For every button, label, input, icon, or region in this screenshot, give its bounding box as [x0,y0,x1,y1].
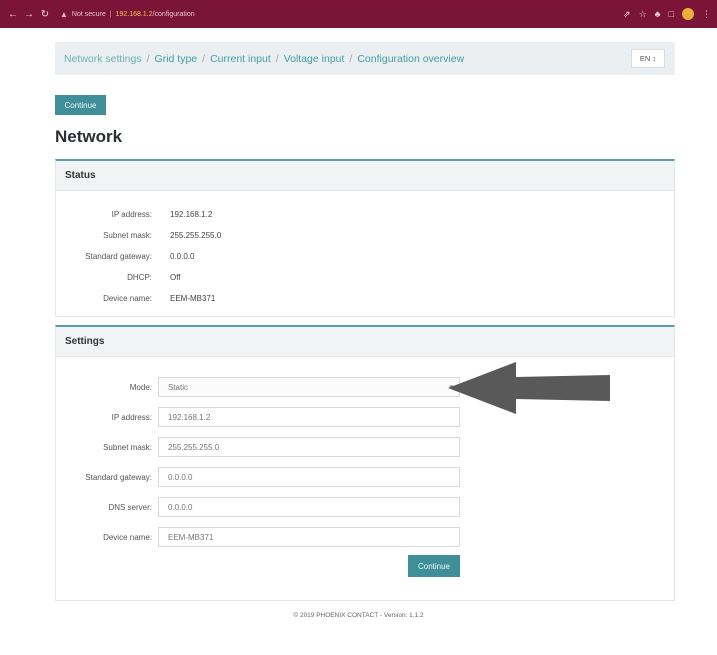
status-device-label: Device name: [103,294,152,303]
continue-button-top[interactable]: Continue [55,95,106,115]
status-ip-value: 192.168.1.2 [170,210,213,219]
page-title: Network [55,127,123,146]
ip-address-field[interactable]: 192.168.1.2 [158,407,460,427]
back-icon[interactable]: ← [6,7,20,21]
reload-icon[interactable]: ↻ [38,7,52,21]
warning-icon: ▲ [60,9,68,19]
address-host: 192.168.1.2 [115,10,153,18]
device-name-field[interactable]: EEM-MB371 [158,527,460,547]
status-gateway-value: 0.0.0.0 [170,252,195,261]
footer-copyright: © 2019 PHOENIX CONTACT - Version: 1.1.2 [293,612,424,619]
breadcrumb-separator: / [146,52,150,65]
status-dhcp-label: DHCP: [127,273,152,282]
subnet-mask-field[interactable]: 255.255.255.0 [158,437,460,457]
breadcrumb: Network settings / Grid type / Current i… [55,42,675,75]
ip-address-value: 192.168.1.2 [168,412,211,422]
breadcrumb-separator: / [275,52,279,65]
status-panel: Status IP address: 192.168.1.2 Subnet ma… [55,159,675,317]
breadcrumb-current-input[interactable]: Current input [210,53,271,65]
status-gateway-label: Standard gateway: [85,252,152,261]
breadcrumb-configuration-overview[interactable]: Configuration overview [357,53,464,65]
breadcrumb-grid-type[interactable]: Grid type [155,53,198,65]
status-device-value: EEM-MB371 [170,294,216,303]
subnet-mask-label: Subnet mask: [103,443,152,452]
status-ip-label: IP address: [111,210,152,219]
mode-value: Static [168,382,189,392]
annotation-arrow-icon [448,362,610,414]
address-bar[interactable]: ▲ Not secure | 192.168.1.2 /configuratio… [60,10,195,19]
breadcrumb-separator: / [202,52,206,65]
bookmark-star-icon[interactable]: ☆ [639,9,647,20]
subnet-mask-value: 255.255.255.0 [168,442,220,452]
ip-address-label: IP address: [111,413,152,422]
browser-toolbar: ← → ↻ ▲ Not secure | 192.168.1.2 /config… [0,0,717,28]
breadcrumb-voltage-input[interactable]: Voltage input [284,53,345,65]
forward-icon[interactable]: → [22,7,36,21]
share-icon[interactable]: ⇗ [623,9,631,20]
dns-server-field[interactable]: 0.0.0.0 [158,497,460,517]
settings-heading: Settings [56,327,674,357]
status-dhcp-value: Off [170,273,181,282]
status-subnet-label: Subnet mask: [103,231,152,240]
gateway-value: 0.0.0.0 [168,472,193,482]
mode-select[interactable]: Static ▾ [158,377,460,397]
menu-icon[interactable]: ⋮ [702,9,711,20]
window-icon[interactable]: □ [669,9,674,19]
status-subnet-value: 255.255.255.0 [170,231,222,240]
gateway-label: Standard gateway: [85,473,152,482]
gateway-field[interactable]: 0.0.0.0 [158,467,460,487]
continue-button-bottom[interactable]: Continue [408,555,460,577]
extensions-icon[interactable]: ♣ [655,9,661,19]
security-label: Not secure [71,10,106,18]
profile-avatar[interactable] [682,8,694,20]
address-divider: | [109,10,112,18]
mode-label: Mode: [129,383,152,392]
breadcrumb-separator: / [349,52,353,65]
address-path: /configuration [152,10,195,18]
dns-server-value: 0.0.0.0 [168,502,193,512]
device-name-value: EEM-MB371 [168,532,214,542]
language-select[interactable]: EN ↕ [631,49,665,68]
browser-actions: ⇗ ☆ ♣ □ ⋮ [623,8,711,20]
status-heading: Status [56,161,674,191]
breadcrumb-network-settings[interactable]: Network settings [64,53,142,65]
dns-server-label: DNS server: [108,503,152,512]
device-name-label: Device name: [103,533,152,542]
